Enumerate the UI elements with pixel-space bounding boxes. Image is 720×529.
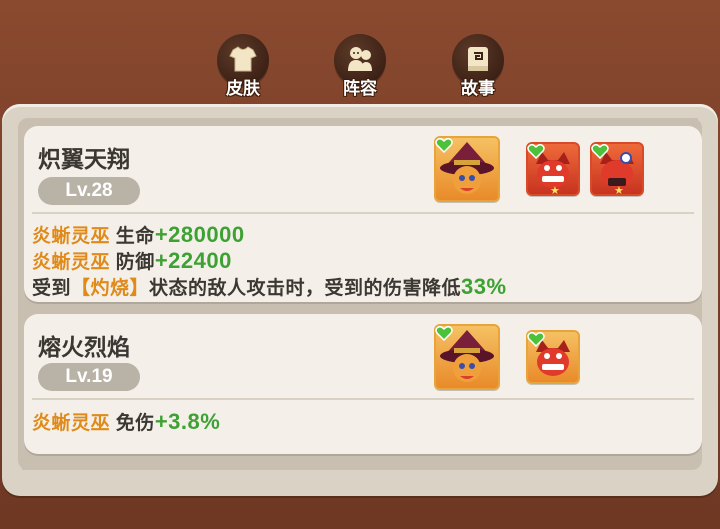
lineup-title: 炽翼天翔 — [38, 146, 130, 172]
tab-story[interactable]: 故事 — [443, 34, 513, 100]
witch-hero-portrait[interactable] — [434, 136, 500, 202]
card-divider — [32, 398, 694, 400]
effect-line: 受到【灼烧】状态的敌人攻击时，受到的伤害降低33% — [32, 273, 507, 300]
effect-text: 状态的敌人攻击时，受到的伤害降低 — [149, 278, 462, 299]
tab-lineup-label: 阵容 — [343, 79, 377, 98]
lineup-card: 熔火烈焰 Lv.19 炎蜥灵巫 免伤+3.8% — [24, 314, 702, 454]
panel-zigzag-bottom — [18, 460, 702, 470]
bonus-line: 炎蜥灵巫 免伤+3.8% — [32, 408, 220, 435]
heart-icon — [527, 331, 545, 347]
lineup-level-badge: Lv.19 — [38, 363, 140, 391]
bonus-stat: 免伤 — [115, 413, 155, 434]
bonus-value: +3.8% — [154, 409, 221, 434]
bonus-hero: 炎蜥灵巫 — [32, 413, 111, 434]
tab-skin[interactable]: 皮肤 — [208, 34, 278, 100]
card-divider — [32, 212, 694, 214]
star-icon: ★ — [614, 185, 624, 197]
effect-value: 33% — [461, 274, 507, 299]
tab-bar: 皮肤 阵容 故事 — [0, 34, 720, 104]
red-dragon-portrait[interactable]: ★ — [526, 142, 580, 197]
shirt-icon — [229, 46, 257, 72]
effect-tag: 【灼烧】 — [71, 278, 150, 299]
bonus-stat: 防御 — [115, 252, 155, 273]
tab-lineup[interactable]: 阵容 — [325, 34, 395, 100]
bonus-line: 炎蜥灵巫 生命+280000 — [32, 221, 245, 248]
star-icon: ★ — [550, 185, 560, 197]
heart-icon — [435, 325, 453, 341]
lineup-level-badge: Lv.28 — [38, 177, 140, 205]
effect-prefix: 受到 — [32, 278, 72, 299]
bonus-value: +280000 — [154, 222, 245, 247]
heart-icon — [527, 143, 545, 159]
heart-icon — [591, 143, 609, 159]
bonus-line: 炎蜥灵巫 防御+22400 — [32, 247, 232, 274]
bonus-hero: 炎蜥灵巫 — [32, 226, 111, 247]
witch-hero-portrait[interactable] — [434, 324, 500, 390]
red-dragon-portrait[interactable] — [526, 330, 580, 384]
bonus-stat: 生命 — [115, 226, 155, 247]
tab-skin-label: 皮肤 — [226, 79, 260, 98]
bonus-hero: 炎蜥灵巫 — [32, 252, 111, 273]
tab-story-label: 故事 — [461, 79, 495, 98]
heart-icon — [435, 137, 453, 153]
red-dragon-portrait[interactable]: ★ — [590, 142, 644, 197]
book-icon — [468, 47, 488, 71]
lineup-panel: 炽翼天翔 Lv.28 ★ ★ 炎蜥灵巫 生命+280000 炎蜥灵巫 防御+22… — [2, 104, 718, 496]
bonus-value: +22400 — [154, 248, 232, 273]
lineup-title: 熔火烈焰 — [38, 334, 130, 360]
team-icon — [348, 47, 372, 71]
lineup-card: 炽翼天翔 Lv.28 ★ ★ 炎蜥灵巫 生命+280000 炎蜥灵巫 防御+22… — [24, 126, 702, 302]
